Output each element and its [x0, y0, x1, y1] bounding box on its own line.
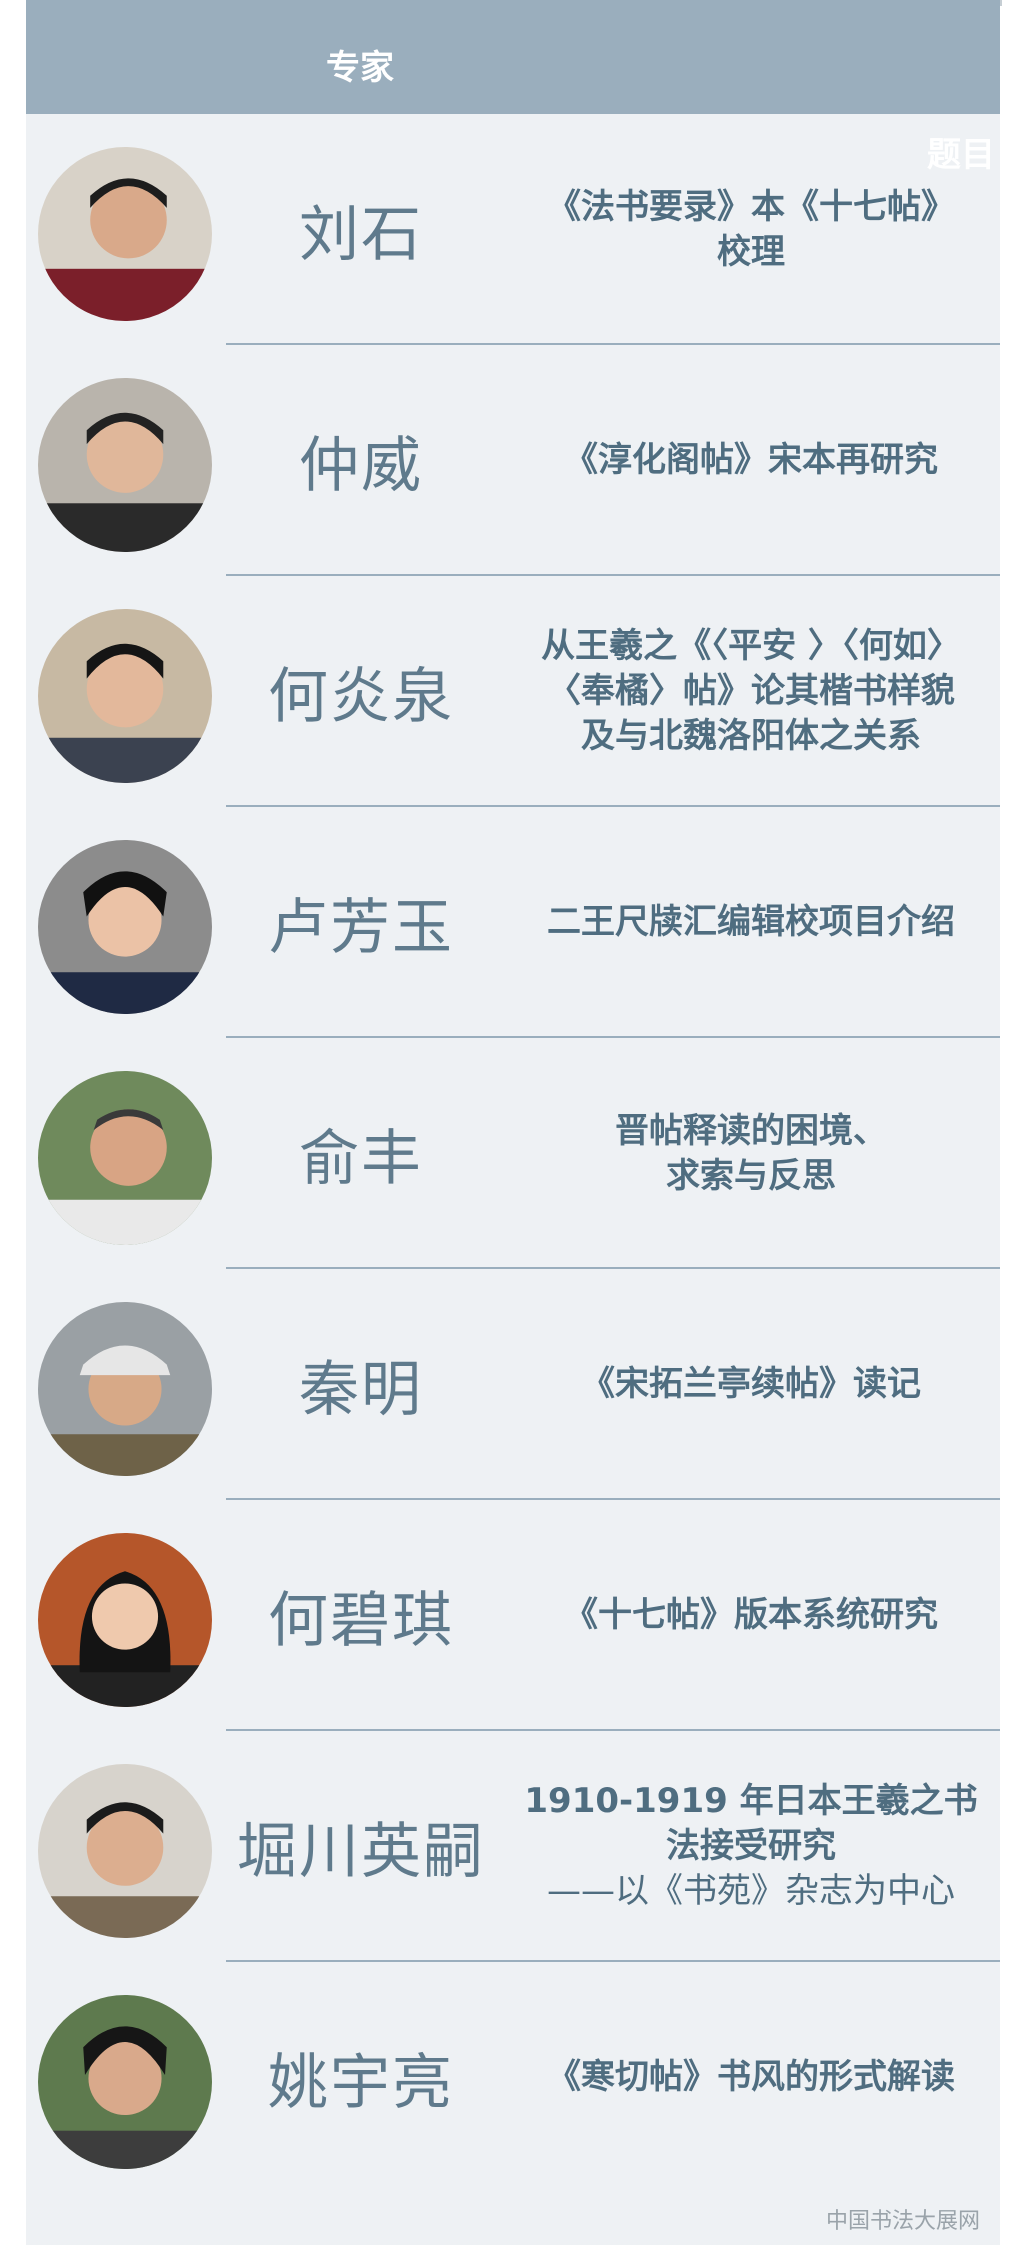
- topic-line: 《寒切帖》书风的形式解读: [547, 2057, 955, 2097]
- table-row: 卢芳玉 二王尺牍汇编辑校项目介绍: [26, 807, 1000, 1038]
- expert-name: 何炎泉: [268, 662, 454, 732]
- topic-text: 《淳化阁帖》宋本再研究: [506, 345, 996, 576]
- table-row: 何碧琪 《十七帖》版本系统研究: [26, 1500, 1000, 1731]
- topic-text: 《宋拓兰亭续帖》读记: [506, 1269, 996, 1500]
- topic-text: 《法书要录》本《十七帖》 校理: [506, 114, 996, 345]
- avatar: [38, 147, 212, 321]
- topic-line: 晋帖释读的困境、: [615, 1110, 887, 1151]
- topic-line: 从王羲之《〈平安 〉〈何如〉: [541, 626, 961, 666]
- avatar: [38, 1995, 212, 2169]
- table-row: 姚宇亮 《寒切帖》书风的形式解读: [26, 1962, 1000, 2193]
- header-expert: 专家: [326, 48, 394, 88]
- topic-line: 二王尺牍汇编辑校项目介绍: [547, 902, 955, 942]
- topic-text: 二王尺牍汇编辑校项目介绍: [506, 807, 996, 1038]
- avatar: [38, 1302, 212, 1476]
- expert-name: 俞丰: [299, 1124, 423, 1194]
- topic-line: 《淳化阁帖》宋本再研究: [564, 440, 938, 480]
- avatar: [38, 1764, 212, 1938]
- speaker-table: 专家 题目 刘石 《法书要录》本《十七帖》 校理 仲威 《淳化阁帖》宋本再研究 …: [26, 0, 1000, 2245]
- expert-name: 堀川英嗣: [237, 1817, 485, 1887]
- topic-text: 1910-1919 年日本王羲之书 法接受研究 ——以《书苑》杂志为中心: [506, 1731, 996, 1962]
- avatar: [38, 1533, 212, 1707]
- topic-text: 《寒切帖》书风的形式解读: [506, 1962, 996, 2193]
- table-row: 秦明 《宋拓兰亭续帖》读记: [26, 1269, 1000, 1500]
- expert-name: 秦明: [299, 1355, 423, 1425]
- topic-line: 校理: [717, 231, 785, 272]
- topic-subtitle: ——以《书苑》杂志为中心: [547, 1871, 955, 1911]
- topic-line: 及与北魏洛阳体之关系: [581, 716, 921, 756]
- table-row: 仲威 《淳化阁帖》宋本再研究: [26, 345, 1000, 576]
- topic-line: 《宋拓兰亭续帖》读记: [581, 1364, 921, 1404]
- expert-name: 刘石: [299, 200, 423, 270]
- topic-line: 〈奉橘〉帖》论其楷书样貌: [547, 671, 955, 711]
- topic-line: 法接受研究: [666, 1826, 836, 1866]
- watermark: 中国书法大展网: [825, 2209, 980, 2234]
- table-row: 何炎泉 从王羲之《〈平安 〉〈何如〉 〈奉橘〉帖》论其楷书样貌 及与北魏洛阳体之…: [26, 576, 1000, 807]
- expert-name: 姚宇亮: [268, 2048, 454, 2118]
- table-row: 俞丰 晋帖释读的困境、 求索与反思: [26, 1038, 1000, 1269]
- table-row: 刘石 《法书要录》本《十七帖》 校理: [26, 114, 1000, 345]
- avatar: [38, 609, 212, 783]
- topic-line: 求索与反思: [666, 1155, 836, 1196]
- table-row: 堀川英嗣 1910-1919 年日本王羲之书 法接受研究 ——以《书苑》杂志为中…: [26, 1731, 1000, 1962]
- expert-name: 何碧琪: [268, 1586, 454, 1656]
- topic-text: 从王羲之《〈平安 〉〈何如〉 〈奉橘〉帖》论其楷书样貌 及与北魏洛阳体之关系: [506, 576, 996, 807]
- table-header: 专家 题目: [26, 0, 1000, 175]
- avatar: [38, 840, 212, 1014]
- topic-text: 《十七帖》版本系统研究: [506, 1500, 996, 1731]
- topic-text: 晋帖释读的困境、 求索与反思: [506, 1038, 996, 1269]
- expert-name: 仲威: [299, 431, 423, 501]
- topic-line: 《法书要录》本《十七帖》: [547, 186, 955, 227]
- topic-line: 《十七帖》版本系统研究: [564, 1595, 938, 1635]
- expert-name: 卢芳玉: [268, 893, 454, 963]
- avatar: [38, 378, 212, 552]
- topic-line: 1910-1919 年日本王羲之书: [524, 1781, 978, 1821]
- avatar: [38, 1071, 212, 1245]
